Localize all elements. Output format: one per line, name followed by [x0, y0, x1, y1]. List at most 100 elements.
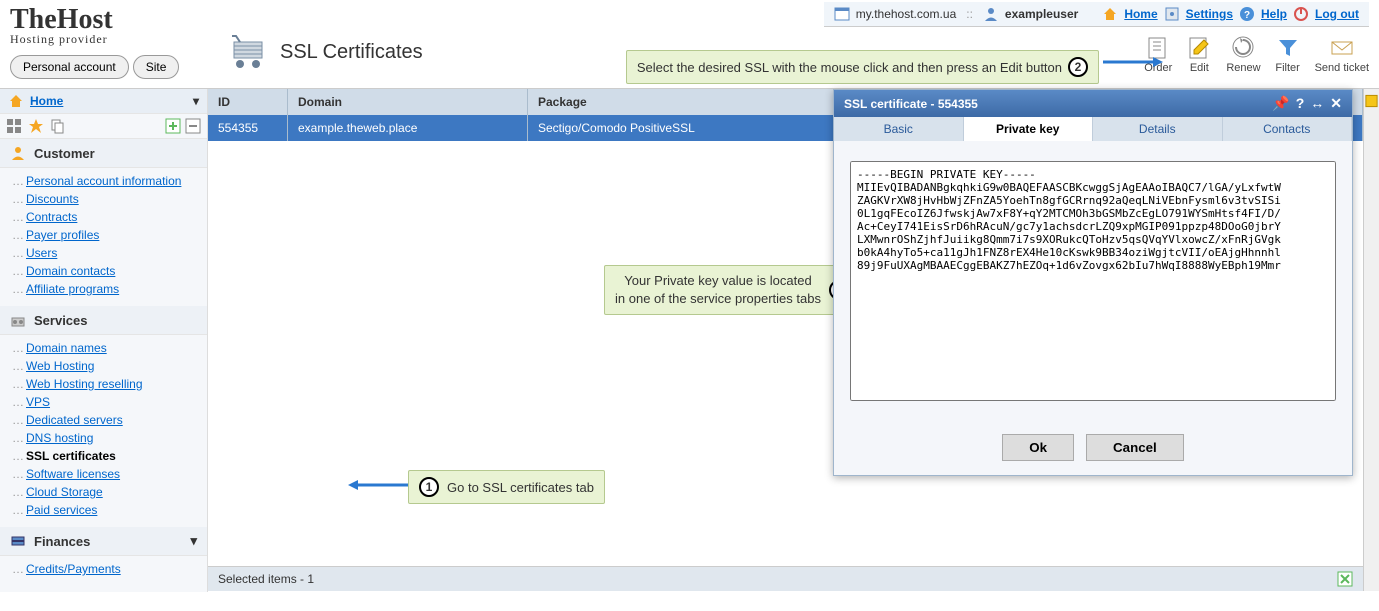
help-icon[interactable]: ?	[1296, 95, 1305, 112]
userbar-help-link[interactable]: Help	[1261, 7, 1287, 21]
sidebar-link-payer-profiles[interactable]: Payer profiles	[26, 228, 99, 242]
page-title-area: SSL Certificates	[230, 34, 423, 70]
sidebar-link-web-hosting[interactable]: Web Hosting	[26, 359, 94, 373]
sidebar-link-contracts[interactable]: Contracts	[26, 210, 77, 224]
userbar-settings-link[interactable]: Settings	[1186, 7, 1233, 21]
logout-icon	[1293, 6, 1309, 22]
hint-2-number: 2	[1068, 57, 1088, 77]
sidebar-link-software[interactable]: Software licenses	[26, 467, 120, 481]
expand-icon[interactable]: ↔	[1310, 95, 1324, 112]
help-icon: ?	[1239, 6, 1255, 22]
filter-icon	[1275, 34, 1301, 60]
renew-button[interactable]: Renew	[1226, 34, 1260, 74]
finances-icon	[10, 533, 26, 549]
userbar-domain: my.thehost.com.ua	[856, 7, 957, 21]
sidebar-link-paid[interactable]: Paid services	[26, 503, 97, 517]
edit-button[interactable]: Edit	[1186, 34, 1212, 74]
sidebar-home[interactable]: Home ▾	[0, 89, 207, 114]
page-title: SSL Certificates	[280, 41, 423, 64]
chevron-down-icon[interactable]: ▾	[190, 533, 197, 549]
cell-domain: example.theweb.place	[288, 115, 528, 141]
sidebar-link-domain-contacts[interactable]: Domain contacts	[26, 264, 115, 278]
popup-ssl-certificate: SSL certificate - 554355 📌 ? ↔ ✕ Basic P…	[833, 89, 1353, 476]
renew-icon	[1230, 34, 1256, 60]
popup-header[interactable]: SSL certificate - 554355 📌 ? ↔ ✕	[834, 90, 1352, 117]
arrow-2-icon	[1103, 56, 1163, 68]
sidebar-icon-row	[0, 114, 207, 139]
customer-icon	[10, 145, 26, 161]
popup-title: SSL certificate - 554355	[844, 97, 978, 111]
sidebar-finances-header[interactable]: Finances ▾	[0, 527, 207, 556]
sidebar-link-dedicated[interactable]: Dedicated servers	[26, 413, 123, 427]
edit-icon	[1186, 34, 1212, 60]
userbar-logout-link[interactable]: Log out	[1315, 7, 1359, 21]
sidebar-services-header[interactable]: Services	[0, 306, 207, 335]
site-button[interactable]: Site	[133, 55, 180, 79]
send-ticket-button[interactable]: Send ticket	[1315, 34, 1369, 74]
userbar-sep: ::	[966, 7, 973, 21]
popup-tabs: Basic Private key Details Contacts	[834, 117, 1352, 141]
tab-private-key[interactable]: Private key	[964, 117, 1094, 141]
logo-area: TheHost Hosting provider Personal accoun…	[10, 4, 210, 79]
settings-icon	[1164, 6, 1180, 22]
hint-1: 1 Go to SSL certificates tab	[408, 470, 605, 504]
personal-account-button[interactable]: Personal account	[10, 55, 129, 79]
star-icon[interactable]	[28, 118, 44, 134]
sidebar-link-domain-names[interactable]: Domain names	[26, 341, 107, 355]
top-bar: TheHost Hosting provider Personal accoun…	[0, 0, 1379, 88]
hint-1-number: 1	[419, 477, 439, 497]
popup-body	[834, 141, 1352, 424]
svg-text:?: ?	[1244, 10, 1250, 21]
toolbar: Order Edit Renew Filter Send ticket	[1144, 34, 1369, 74]
userbar-home-link[interactable]: Home	[1124, 7, 1157, 21]
plus-icon[interactable]	[165, 118, 181, 134]
home-icon	[8, 93, 24, 109]
ok-button[interactable]: Ok	[1002, 434, 1074, 461]
cart-icon	[230, 34, 270, 70]
username: exampleuser	[1005, 7, 1078, 21]
services-icon	[10, 312, 26, 328]
minus-icon[interactable]	[185, 118, 201, 134]
status-bar: Selected items - 1	[208, 566, 1363, 591]
hint-2: Select the desired SSL with the mouse cl…	[626, 50, 1099, 84]
sidebar-link-credits[interactable]: Credits/Payments	[26, 562, 121, 576]
spreadsheet-icon[interactable]	[1337, 571, 1353, 587]
sidebar-link-cloud[interactable]: Cloud Storage	[26, 485, 103, 499]
user-bar: my.thehost.com.ua :: exampleuser Home Se…	[824, 2, 1369, 27]
send-ticket-icon	[1329, 34, 1355, 60]
calendar-icon	[834, 6, 850, 22]
cancel-button[interactable]: Cancel	[1086, 434, 1184, 461]
sidebar-link-affiliate[interactable]: Affiliate programs	[26, 282, 119, 296]
pin-icon[interactable]: 📌	[1272, 95, 1289, 112]
filter-button[interactable]: Filter	[1275, 34, 1301, 74]
tab-basic[interactable]: Basic	[834, 117, 964, 141]
sidebar-link-ssl[interactable]: SSL certificates	[26, 449, 116, 463]
gutter-icon[interactable]	[1364, 93, 1379, 109]
sidebar-link-discounts[interactable]: Discounts	[26, 192, 79, 206]
grid-icon[interactable]	[6, 118, 22, 134]
order-button[interactable]: Order	[1144, 34, 1172, 74]
chevron-down-icon[interactable]: ▾	[193, 94, 199, 108]
sidebar-link-vps[interactable]: VPS	[26, 395, 50, 409]
private-key-textarea[interactable]	[850, 161, 1336, 401]
sidebar-finances-links: Credits/Payments	[0, 556, 207, 586]
copy-icon[interactable]	[50, 118, 66, 134]
sidebar-link-personal-account[interactable]: Personal account information	[26, 174, 181, 188]
sidebar-customer-header[interactable]: Customer	[0, 139, 207, 168]
cell-id: 554355	[208, 115, 288, 141]
sidebar-link-web-hosting-reselling[interactable]: Web Hosting reselling	[26, 377, 143, 391]
close-icon[interactable]: ✕	[1330, 95, 1342, 112]
sidebar-link-users[interactable]: Users	[26, 246, 57, 260]
home-icon	[1102, 6, 1118, 22]
tab-contacts[interactable]: Contacts	[1223, 117, 1353, 141]
sidebar-services-links: Domain names Web Hosting Web Hosting res…	[0, 335, 207, 527]
sidebar-customer-links: Personal account information Discounts C…	[0, 168, 207, 306]
col-header-id[interactable]: ID	[208, 89, 288, 115]
hint-3: Your Private key value is located in one…	[604, 265, 860, 315]
selected-count: Selected items - 1	[218, 572, 314, 586]
tab-details[interactable]: Details	[1093, 117, 1223, 141]
sidebar-link-dns[interactable]: DNS hosting	[26, 431, 93, 445]
main-area: Home ▾ Customer Personal account informa…	[0, 88, 1379, 591]
popup-footer: Ok Cancel	[834, 424, 1352, 475]
col-header-domain[interactable]: Domain	[288, 89, 528, 115]
